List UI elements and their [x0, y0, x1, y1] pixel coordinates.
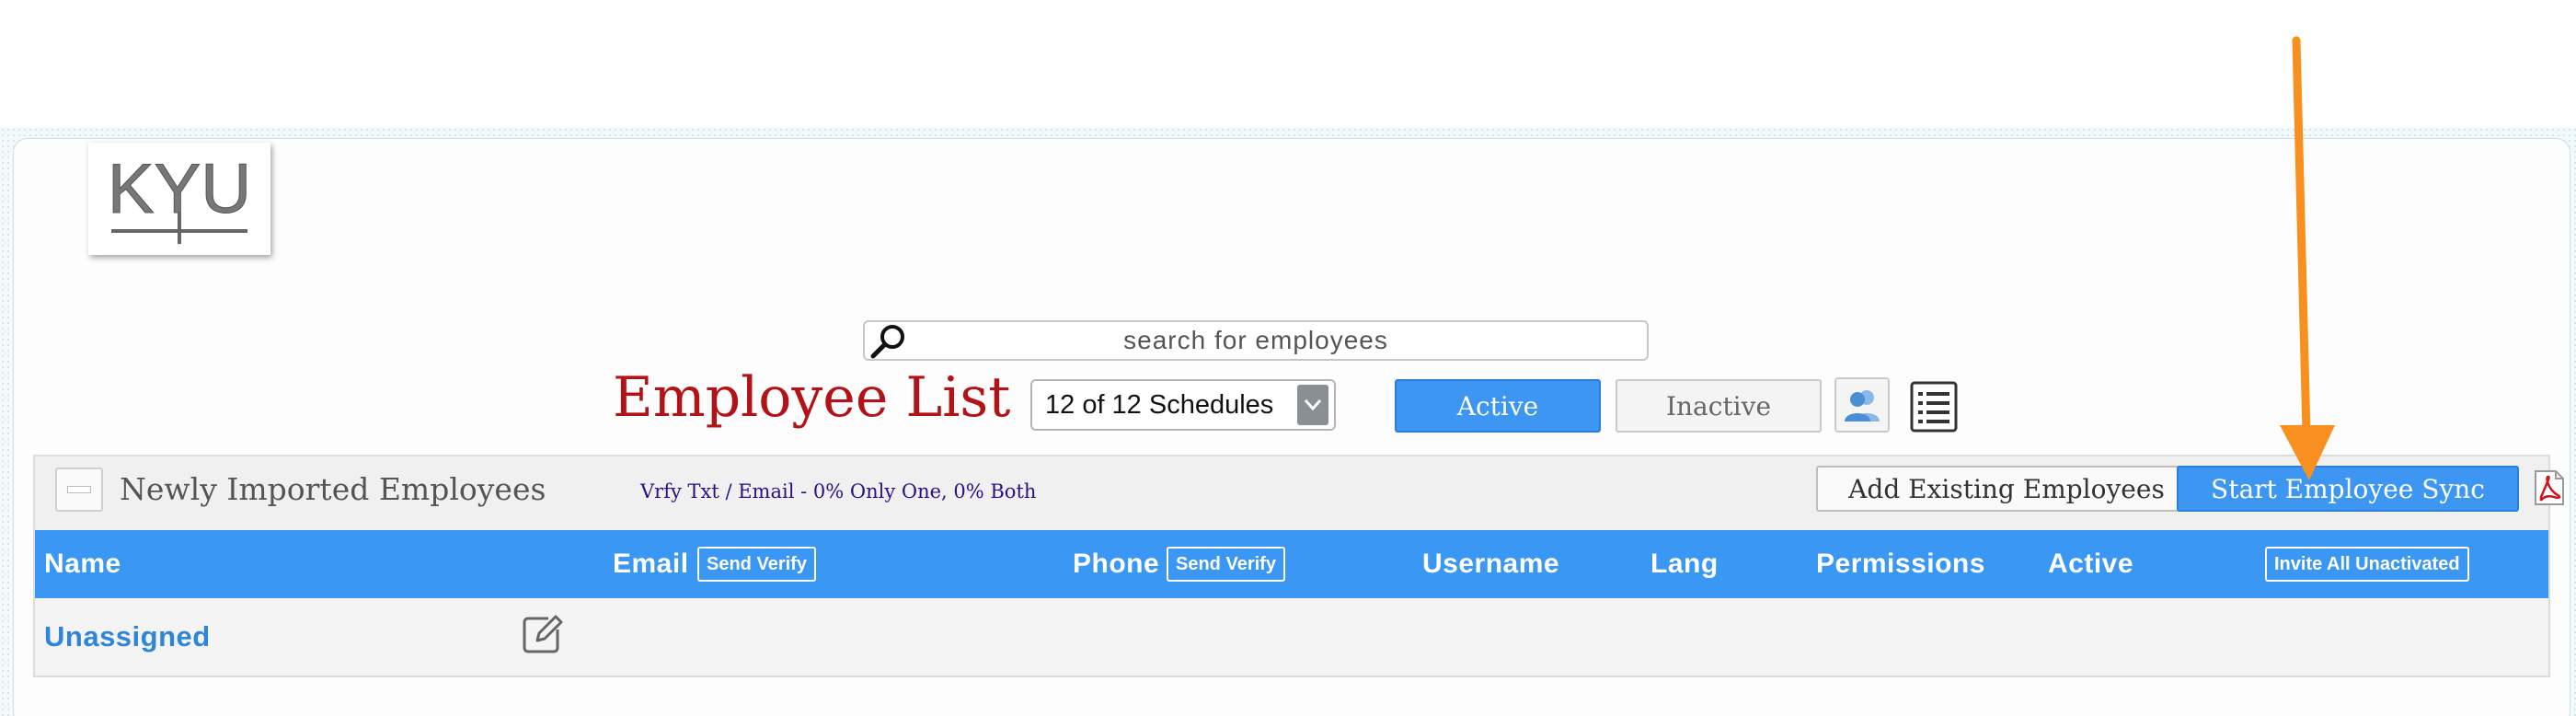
collapse-icon — [67, 486, 91, 493]
chevron-down-icon — [1297, 385, 1328, 425]
search-icon — [870, 325, 904, 359]
list-view-button[interactable] — [1908, 379, 1960, 434]
edit-icon[interactable] — [521, 613, 563, 655]
active-filter-button[interactable]: Active — [1395, 379, 1601, 433]
search-field[interactable] — [863, 320, 1649, 361]
company-logo: KYU — [88, 143, 270, 255]
column-lang[interactable]: Lang — [1650, 549, 1719, 580]
add-existing-employees-button[interactable]: Add Existing Employees — [1816, 466, 2197, 512]
column-permissions[interactable]: Permissions — [1816, 549, 1985, 580]
section-header: Newly Imported Employees Vrfy Txt / Emai… — [35, 456, 2564, 530]
table-row: Unassigned — [35, 598, 2548, 676]
column-username[interactable]: Username — [1422, 549, 1559, 580]
column-email[interactable]: Email — [613, 549, 689, 580]
schedules-select[interactable]: 12 of 12 Schedules — [1030, 379, 1336, 431]
section-title: Newly Imported Employees — [120, 471, 546, 507]
column-active[interactable]: Active — [2048, 549, 2133, 580]
schedules-select-value: 12 of 12 Schedules — [1045, 389, 1274, 420]
people-icon — [1845, 390, 1880, 422]
page-title: Employee List — [613, 365, 1011, 430]
inactive-filter-button[interactable]: Inactive — [1616, 379, 1822, 433]
pdf-icon[interactable] — [2532, 469, 2567, 506]
column-phone[interactable]: Phone — [1073, 549, 1159, 580]
newly-imported-section: Newly Imported Employees Vrfy Txt / Emai… — [33, 455, 2564, 677]
search-input[interactable] — [865, 322, 1647, 359]
phone-send-verify-button[interactable]: Send Verify — [1167, 547, 1285, 582]
column-name[interactable]: Name — [44, 549, 121, 580]
email-send-verify-button[interactable]: Send Verify — [697, 547, 816, 582]
people-view-button[interactable] — [1834, 377, 1890, 433]
list-icon — [1910, 381, 1958, 433]
collapse-button[interactable] — [55, 468, 103, 512]
employee-name-link[interactable]: Unassigned — [44, 620, 211, 653]
start-employee-sync-button[interactable]: Start Employee Sync — [2177, 466, 2519, 512]
invite-all-unactivated-button[interactable]: Invite All Unactivated — [2265, 547, 2469, 582]
logo-mark: KYU — [107, 150, 252, 244]
table-header: Name Email Send Verify Phone Send Verify… — [35, 530, 2548, 598]
verify-stats: Vrfy Txt / Email - 0% Only One, 0% Both — [640, 480, 1037, 502]
